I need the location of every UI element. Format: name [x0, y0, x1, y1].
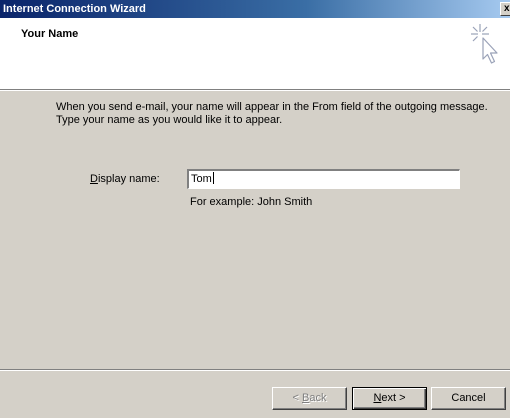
- close-button[interactable]: x: [500, 2, 510, 16]
- title-bar[interactable]: Internet Connection Wizard x: [0, 0, 510, 18]
- intro-line-1: When you send e-mail, your name will app…: [56, 101, 488, 113]
- display-name-accel: D: [90, 173, 98, 185]
- display-name-label: Display name:: [90, 173, 160, 185]
- back-button[interactable]: < Back: [272, 387, 347, 410]
- wizard-header: Your Name: [0, 18, 510, 91]
- wizard-window: Internet Connection Wizard x Your Name W…: [0, 0, 510, 418]
- intro-line-2: Type your name as you would like it to a…: [56, 114, 283, 126]
- display-name-example: For example: John Smith: [190, 196, 313, 208]
- button-separator: [0, 369, 510, 371]
- wizard-cursor-sparkle-icon: [471, 24, 498, 64]
- page-title: Your Name: [21, 28, 79, 40]
- display-name-input[interactable]: Tom: [186, 168, 461, 190]
- intro-text: When you send e-mail, your name will app…: [56, 101, 506, 127]
- close-icon: x: [504, 3, 510, 14]
- window-title: Internet Connection Wizard: [3, 3, 146, 15]
- next-button[interactable]: Next >: [352, 387, 427, 410]
- text-caret: [212, 172, 214, 184]
- cancel-button[interactable]: Cancel: [431, 387, 506, 410]
- display-name-value: Tom: [191, 173, 212, 185]
